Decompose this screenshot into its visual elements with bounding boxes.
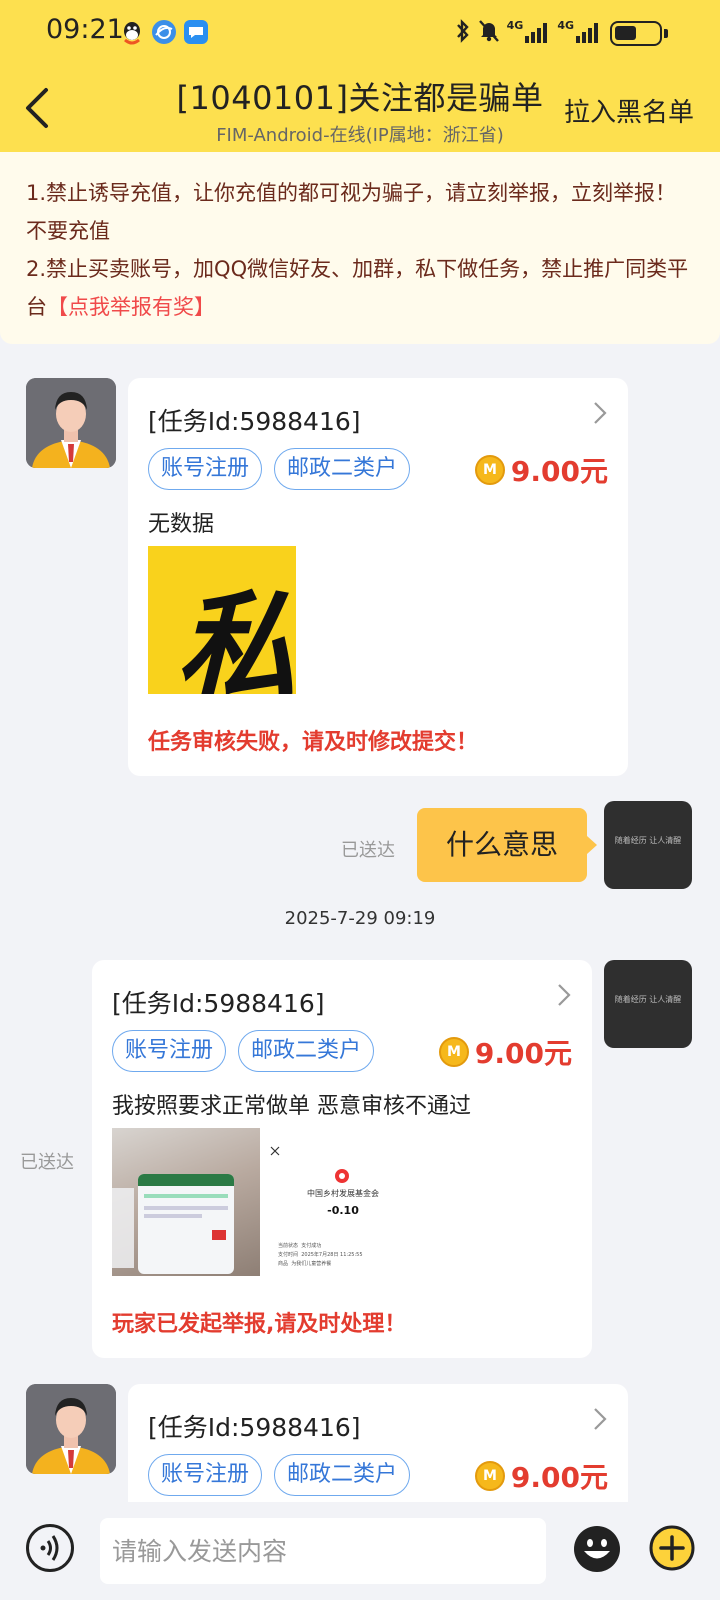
notice-line-2: 2.禁止买卖账号，加QQ微信好友、加群，私下做任务，禁止推广同类平台【点我举报有… [26,250,694,326]
signal-icon: 4G [507,19,548,43]
reward-price: M 9.00元 [474,450,608,490]
bluetooth-icon [456,19,469,43]
detail-label: 支付时间 [278,1252,299,1258]
task-image[interactable]: 私 [148,546,296,694]
message-bubble[interactable]: 什么意思 [417,808,597,882]
chevron-right-icon [594,1408,607,1430]
message-timestamp: 2025-7-29 09:19 [284,908,436,929]
chevron-right-icon [594,402,607,424]
status-time: 09:21 [46,14,124,45]
delivered-status: 已送达 [20,1152,74,1173]
header-bar: 09:21 4G 4G [1040101]关注都是骗单 FIM-Android-… [0,0,720,155]
tag-postal-account: 邮政二类户 [274,1454,411,1496]
message-input[interactable] [100,1518,546,1584]
tag-postal-account: 邮政二类户 [274,448,411,490]
rules-notice: 1.禁止诱导充值，让你充值的都可视为骗子，请立刻举报，立刻举报！不要充值 2.禁… [0,152,720,344]
task-card[interactable]: [任务Id:5988416] 账号注册 邮政二类户 M 9.00元 无数据 私 … [128,378,628,776]
price-value: 9.00元 [474,1037,572,1070]
tag-account-register: 账号注册 [112,1030,227,1072]
payee-name: 中国乡村发展基金会 [307,1189,379,1198]
status-icons: 4G 4G [455,18,598,44]
reward-price: M 9.00元 [438,1032,572,1072]
bank-app-window [138,1174,234,1274]
price-value: 9.00元 [510,1461,608,1494]
foundation-logo-icon [335,1169,349,1183]
detail-value: 2025年7月28日 11:25:55 [301,1252,363,1258]
detail-value: 支付成功 [301,1243,322,1249]
task-id: [任务Id:5988416] [148,407,361,436]
coin-icon: M [438,1037,469,1067]
battery-icon [610,21,668,46]
price-value: 9.00元 [510,455,608,488]
signal-icon-2: 4G [557,19,598,43]
task-id: [任务Id:5988416] [112,989,325,1018]
tag-account-register: 账号注册 [148,1454,263,1496]
detail-label: 当前状态 [278,1243,299,1249]
task-id: [任务Id:5988416] [148,1413,361,1442]
tag-postal-account: 邮政二类户 [238,1030,375,1072]
task-card[interactable]: [任务Id:5988416] 账号注册 邮政二类户 M 9.00元 我按照要求正… [92,960,592,1358]
chevron-right-icon [558,984,571,1006]
coin-icon: M [474,1461,505,1491]
battery-level [615,26,636,40]
payment-details: 当前状态 支付成功 支付时间 2025年7月28日 11:25:55 商品 为我… [278,1242,363,1269]
voice-input-icon[interactable] [26,1524,74,1572]
tag-account-register: 账号注册 [148,448,263,490]
payment-screenshot-thumbnail[interactable]: 中国乡村发展基金会 -0.10 当前状态 支付成功 支付时间 2025年7月28… [268,1128,418,1276]
network-type: 4G [506,19,524,32]
task-image-text: 私 [176,580,296,695]
coin-icon: M [474,455,505,485]
browser-icon [152,20,176,44]
close-icon [270,1146,280,1156]
qq-icon [120,20,144,45]
network-type: 4G [557,19,574,32]
task-card[interactable]: [任务Id:5988416] 账号注册 邮政二类户 M 9.00元 [128,1384,628,1502]
mute-icon [478,20,499,42]
input-bar [0,1502,720,1600]
avatar[interactable] [26,1384,116,1474]
detail-label: 商品 [278,1261,289,1267]
emoji-icon[interactable] [572,1524,622,1574]
report-alert: 玩家已发起举报,请及时处理！ [112,1312,407,1337]
blacklist-button[interactable]: 拉入黑名单 [564,92,694,129]
detail-value: 为我们儿童营养餐 [291,1261,332,1267]
audit-failed-alert: 任务审核失败，请及时修改提交！ [148,730,479,755]
my-avatar[interactable]: 随着经历 让人清醒 [604,801,692,889]
payment-amount: -0.10 [327,1204,359,1217]
add-more-icon[interactable] [648,1524,696,1572]
delivered-status: 已送达 [341,840,395,861]
status-bar: 09:21 4G 4G [0,0,720,64]
avatar[interactable] [26,378,116,468]
task-description: 我按照要求正常做单 恶意审核不通过 [112,1094,471,1119]
task-description: 无数据 [148,512,215,537]
reward-price: M 9.00元 [474,1456,608,1496]
my-avatar[interactable]: 随着经历 让人清醒 [604,960,692,1048]
report-link[interactable]: 【点我举报有奖】 [47,295,215,319]
notice-line-1: 1.禁止诱导充值，让你充值的都可视为骗子，请立刻举报，立刻举报！不要充值 [26,181,677,243]
screenshot-thumbnail[interactable] [112,1128,260,1276]
chat-app-icon [184,20,208,44]
